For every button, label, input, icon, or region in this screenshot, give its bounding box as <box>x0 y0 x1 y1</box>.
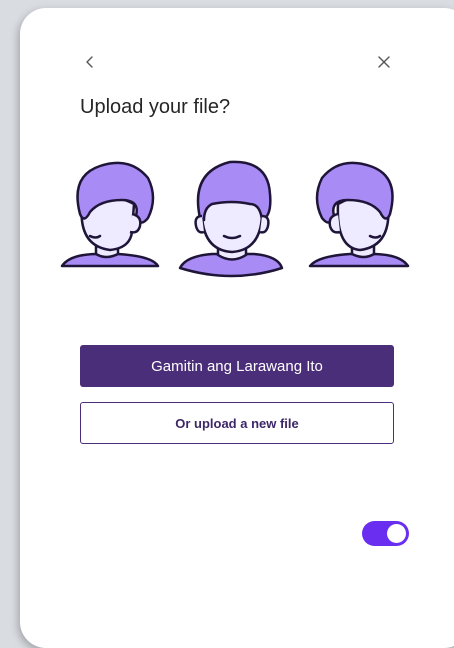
back-button[interactable] <box>78 50 102 74</box>
avatar-center <box>178 160 284 278</box>
chevron-left-icon <box>86 56 93 68</box>
close-button[interactable] <box>372 50 396 74</box>
avatar-right <box>308 161 410 268</box>
use-this-image-button[interactable]: Gamitin ang Larawang Ito <box>80 345 394 387</box>
upload-dialog: Upload your file? Gamitin ang Larawang I… <box>20 8 454 648</box>
upload-new-file-button[interactable]: Or upload a new file <box>80 402 394 444</box>
toggle-switch[interactable] <box>362 521 409 546</box>
dialog-title: Upload your file? <box>80 96 231 118</box>
avatar-illustration <box>60 160 410 278</box>
avatar-left <box>60 161 160 268</box>
close-icon <box>378 56 390 68</box>
toggle-knob <box>387 524 406 543</box>
